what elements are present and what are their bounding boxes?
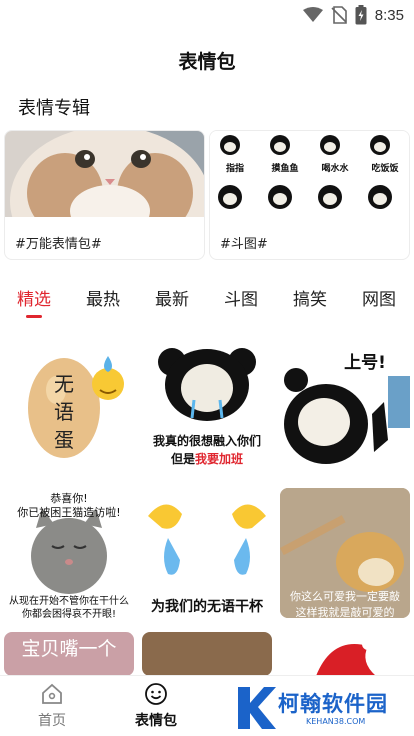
doge-caption-line1: 你这么可爱我一定要敲 [290, 590, 400, 603]
tab-hottest[interactable]: 最热 [86, 285, 120, 310]
doge-caption-line2: 这样我就是敲可爱的 [295, 606, 395, 618]
meme-panda-shangha[interactable]: 上号! [280, 340, 410, 470]
smile-face-icon [145, 683, 167, 705]
tab-funny[interactable]: 搞笑 [293, 285, 327, 310]
cat-caption-top2: 你已被困王猫造访啦! [17, 506, 121, 519]
status-icons: 8:35 [302, 4, 404, 26]
active-tab-indicator [26, 315, 42, 318]
status-time: 8:35 [374, 6, 404, 24]
home-icon [42, 683, 62, 704]
meme-panda-overtime[interactable]: 我真的很想融入你们 但是我要加班 [142, 340, 272, 470]
overtime-caption-highlight: 我要加班 [195, 452, 244, 466]
nav-stickers[interactable]: 表情包 [116, 682, 196, 730]
panda-caption-3: 喝水水 [321, 164, 349, 174]
meme-hands-tears[interactable]: 为我们的无语干杯 [142, 488, 272, 618]
albums-section-title: 表情专辑 [18, 98, 90, 119]
album-label: #斗图# [220, 237, 268, 252]
nav-home-label: 首页 [38, 713, 66, 729]
no-sim-icon [331, 6, 347, 24]
page-title: 表情包 [178, 51, 236, 73]
panda-caption-1: 指指 [225, 164, 244, 174]
category-tabs: 精选 最热 最新 斗图 搞笑 网图 [0, 285, 414, 319]
hands-caption: 为我们的无语干杯 [151, 599, 263, 615]
panda-caption-2: 摸鱼鱼 [271, 164, 299, 174]
album-card-doutu[interactable]: 指指 摸鱼鱼 喝水水 吃饭饭 #斗图# [209, 130, 410, 260]
tab-featured[interactable]: 精选 [17, 285, 51, 310]
nav-home[interactable]: 首页 [12, 682, 92, 730]
meme-doge[interactable]: 你这么可爱我一定要敲 这样我就是敲可爱的 [280, 488, 410, 618]
overtime-caption-line1: 我真的很想融入你们 [152, 434, 261, 448]
album-label: #万能表情包# [15, 237, 102, 252]
meme-cat-sleepy[interactable]: 恭喜你! 你已被困王猫造访啦! 从现在开始不管你在干什么 你都会困得哀不开眼! [4, 488, 134, 618]
watermark-text: 柯翰软件园 [278, 692, 388, 716]
tab-doutu[interactable]: 斗图 [224, 285, 258, 310]
overtime-caption-line2: 但是我要加班 [142, 450, 272, 467]
egg-caption: 无语蛋 [54, 372, 74, 452]
wifi-icon [302, 7, 323, 22]
album-thumb-cat [5, 131, 204, 217]
panda-caption-4: 吃饭饭 [371, 164, 399, 174]
meme-baby[interactable]: 宝贝嘴一个 [4, 632, 134, 676]
baby-caption: 宝贝嘴一个 [21, 638, 117, 660]
status-bar: 8:35 [0, 0, 414, 30]
tab-web-images[interactable]: 网图 [362, 285, 396, 310]
nav-stickers-label: 表情包 [135, 713, 177, 729]
meme-egg[interactable]: 无语蛋 [4, 340, 134, 470]
tab-newest[interactable]: 最新 [155, 285, 189, 310]
k-logo-icon [238, 687, 276, 729]
watermark-sub: KEHAN38.COM [306, 717, 366, 726]
album-thumb-panda-grid: 指指 摸鱼鱼 喝水水 吃饭饭 [210, 131, 409, 217]
shangha-caption: 上号! [344, 353, 386, 373]
cat-caption-bottom2: 你都会困得哀不开眼! [21, 609, 116, 618]
battery-charging-icon [355, 5, 367, 25]
overtime-caption-prefix: 但是 [170, 452, 195, 466]
meme-blurred-animal[interactable] [142, 632, 272, 676]
meme-santa[interactable] [280, 632, 410, 676]
watermark: 柯翰软件园 KEHAN38.COM [234, 684, 410, 732]
album-card-universal[interactable]: #万能表情包# [4, 130, 205, 260]
